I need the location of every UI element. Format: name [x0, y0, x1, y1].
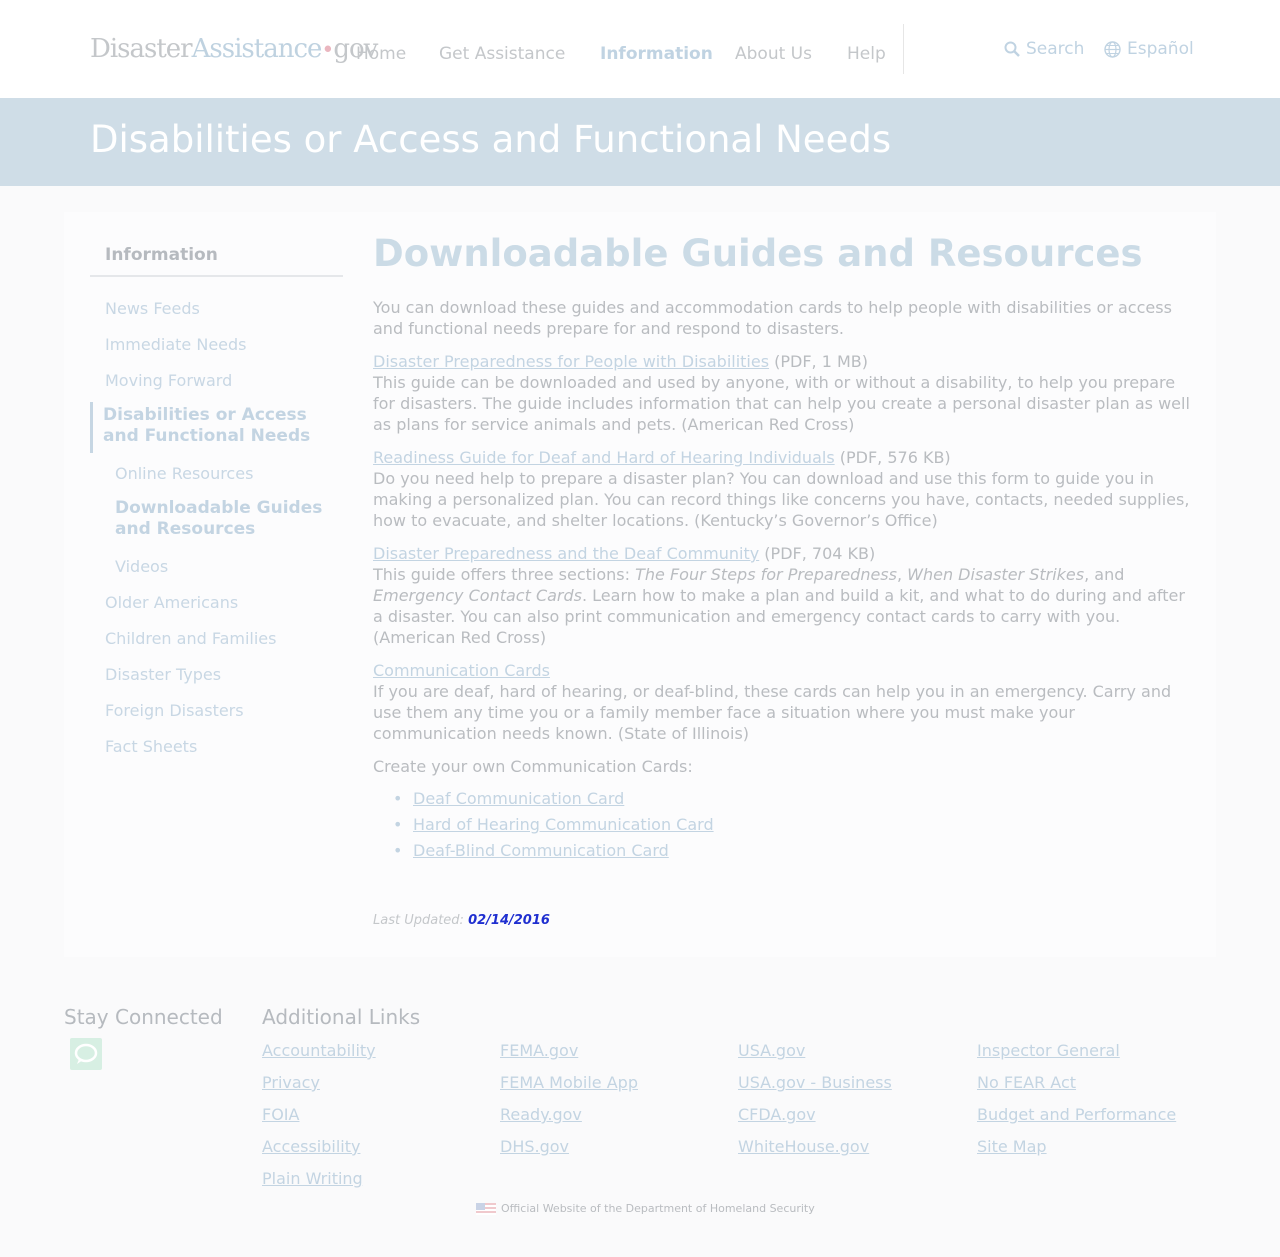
- sidebar: Information News Feeds Immediate Needs M…: [90, 232, 343, 756]
- footer-link-inspector-general[interactable]: Inspector General: [977, 1041, 1120, 1060]
- official-website-notice: Official Website of the Department of Ho…: [476, 1202, 815, 1215]
- site-logo[interactable]: DisasterAssistance•gov: [90, 34, 378, 64]
- resource-4: Communication Cards If you are deaf, har…: [373, 660, 1193, 744]
- nav-get-assistance[interactable]: Get Assistance: [439, 44, 565, 64]
- hard-of-hearing-card-link[interactable]: Hard of Hearing Communication Card: [413, 815, 714, 834]
- last-updated-date: 02/14/2016: [468, 913, 550, 928]
- last-updated-label: Last Updated:: [373, 913, 469, 928]
- site-header: DisasterAssistance•gov Home Get Assistan…: [0, 0, 1280, 98]
- cards-list: Deaf Communication Card Hard of Hearing …: [393, 786, 714, 864]
- chat-bubble-icon[interactable]: [70, 1038, 102, 1070]
- additional-links-heading: Additional Links: [262, 1005, 421, 1029]
- footer-link-plain-writing[interactable]: Plain Writing: [262, 1169, 363, 1188]
- search-link[interactable]: Search: [1004, 39, 1084, 59]
- sidebar-item-children-families[interactable]: Children and Families: [105, 628, 276, 649]
- footer-link-accountability[interactable]: Accountability: [262, 1041, 376, 1060]
- nav-help[interactable]: Help: [847, 44, 886, 64]
- hero-title: Disabilities or Access and Functional Ne…: [90, 118, 892, 161]
- stay-connected-heading: Stay Connected: [64, 1005, 223, 1029]
- last-updated: Last Updated: 02/14/2016: [373, 913, 550, 928]
- hero-banner: Disabilities or Access and Functional Ne…: [0, 98, 1280, 186]
- resource-2-desc: Do you need help to prepare a disaster p…: [373, 469, 1190, 530]
- resource-3-desc-c: , and: [1084, 565, 1125, 584]
- resource-3: Disaster Preparedness and the Deaf Commu…: [373, 543, 1193, 648]
- sidebar-item-videos[interactable]: Videos: [115, 556, 168, 577]
- sidebar-active-indicator: [90, 402, 93, 453]
- logo-dot: •: [321, 38, 334, 63]
- resource-2-meta: (PDF, 576 KB): [834, 448, 951, 467]
- resource-3-desc-a: This guide offers three sections:: [373, 565, 636, 584]
- footer-link-budget-performance[interactable]: Budget and Performance: [977, 1105, 1176, 1124]
- sidebar-item-news-feeds[interactable]: News Feeds: [105, 298, 200, 319]
- footer-link-no-fear-act[interactable]: No FEAR Act: [977, 1073, 1076, 1092]
- intro-text: You can download these guides and accomm…: [373, 298, 1172, 338]
- footer-link-fema-mobile-app[interactable]: FEMA Mobile App: [500, 1073, 638, 1092]
- language-label: Español: [1127, 39, 1194, 59]
- sidebar-item-online-resources[interactable]: Online Resources: [115, 463, 253, 484]
- last-updated-date-value: 02/14/2016: [468, 913, 550, 928]
- resource-3-desc-b: ,: [896, 565, 908, 584]
- resource-3-desc-section-1: The Four Steps for Preparedness: [635, 565, 897, 584]
- nav-divider: [903, 24, 904, 74]
- resource-3-desc-section-3: Emergency Contact Cards: [373, 586, 582, 605]
- sidebar-item-disaster-types[interactable]: Disaster Types: [105, 664, 221, 685]
- sidebar-item-downloadable-guides[interactable]: Downloadable Guides and Resources: [115, 498, 325, 540]
- language-link[interactable]: Español: [1104, 39, 1194, 59]
- search-icon: [1004, 41, 1020, 57]
- deaf-card-link[interactable]: Deaf Communication Card: [413, 789, 624, 808]
- footer-link-foia[interactable]: FOIA: [262, 1105, 299, 1124]
- deaf-blind-card-link[interactable]: Deaf-Blind Communication Card: [413, 841, 669, 860]
- footer-link-site-map[interactable]: Site Map: [977, 1137, 1047, 1156]
- resource-3-link[interactable]: Disaster Preparedness and the Deaf Commu…: [373, 544, 759, 563]
- footer-link-fema[interactable]: FEMA.gov: [500, 1041, 578, 1060]
- footer-link-usa-business[interactable]: USA.gov - Business: [738, 1073, 892, 1092]
- sidebar-item-moving-forward[interactable]: Moving Forward: [105, 370, 232, 391]
- resource-3-meta: (PDF, 704 KB): [759, 544, 876, 563]
- sidebar-item-fact-sheets[interactable]: Fact Sheets: [105, 736, 197, 757]
- list-item: Deaf Communication Card: [393, 786, 714, 812]
- logo-part-disaster: Disaster: [90, 34, 193, 64]
- list-item: Hard of Hearing Communication Card: [393, 812, 714, 838]
- resource-1: Disaster Preparedness for People with Di…: [373, 351, 1193, 435]
- resource-2-link[interactable]: Readiness Guide for Deaf and Hard of Hea…: [373, 448, 835, 467]
- resource-2: Readiness Guide for Deaf and Hard of Hea…: [373, 447, 1193, 531]
- us-flag-icon: [476, 1202, 496, 1215]
- sidebar-item-foreign-disasters[interactable]: Foreign Disasters: [105, 700, 244, 721]
- footer-link-usa[interactable]: USA.gov: [738, 1041, 805, 1060]
- official-website-text: Official Website of the Department of Ho…: [501, 1202, 815, 1215]
- sidebar-item-older-americans[interactable]: Older Americans: [105, 592, 238, 613]
- globe-icon: [1104, 40, 1121, 58]
- resource-3-desc-section-2: When Disaster Strikes: [907, 565, 1085, 584]
- resource-4-desc: If you are deaf, hard of hearing, or dea…: [373, 682, 1172, 743]
- sidebar-item-immediate-needs[interactable]: Immediate Needs: [105, 334, 247, 355]
- footer-link-privacy[interactable]: Privacy: [262, 1073, 320, 1092]
- footer-link-dhs[interactable]: DHS.gov: [500, 1137, 569, 1156]
- cards-intro: Create your own Communication Cards:: [373, 757, 693, 776]
- logo-part-assistance: Assistance: [191, 34, 323, 64]
- sidebar-heading: Information: [90, 232, 343, 277]
- nav-information[interactable]: Information: [600, 44, 713, 64]
- resource-4-link[interactable]: Communication Cards: [373, 661, 550, 680]
- list-item: Deaf-Blind Communication Card: [393, 838, 714, 864]
- footer-link-whitehouse[interactable]: WhiteHouse.gov: [738, 1137, 869, 1156]
- sidebar-item-disabilities[interactable]: Disabilities or Access and Functional Ne…: [103, 405, 338, 447]
- page-title: Downloadable Guides and Resources: [373, 232, 1143, 275]
- footer-link-cfda[interactable]: CFDA.gov: [738, 1105, 816, 1124]
- resource-1-meta: (PDF, 1 MB): [769, 352, 869, 371]
- search-label: Search: [1026, 39, 1085, 59]
- resource-1-desc: This guide can be downloaded and used by…: [373, 373, 1190, 434]
- nav-about-us[interactable]: About Us: [735, 44, 812, 64]
- nav-home[interactable]: Home: [356, 44, 406, 64]
- footer-link-accessibility[interactable]: Accessibility: [262, 1137, 360, 1156]
- footer-link-ready[interactable]: Ready.gov: [500, 1105, 582, 1124]
- resource-1-link[interactable]: Disaster Preparedness for People with Di…: [373, 352, 769, 371]
